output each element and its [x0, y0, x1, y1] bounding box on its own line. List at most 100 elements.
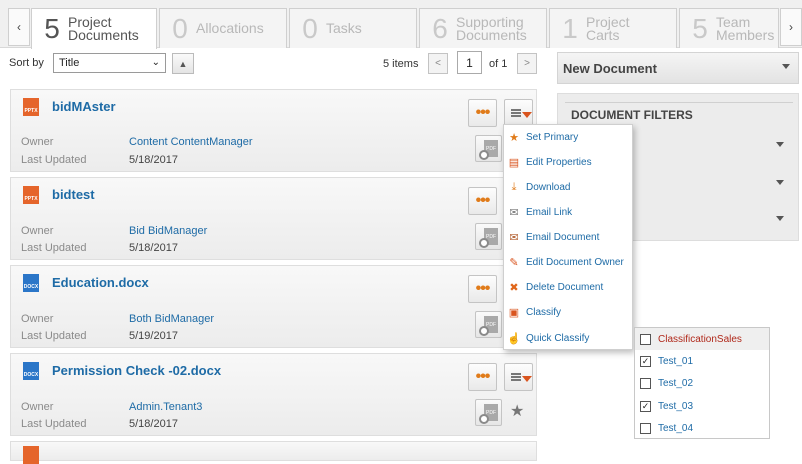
menu-item-label: Download: [526, 181, 571, 193]
tab-project-carts[interactable]: 1 Project Carts: [549, 8, 677, 48]
classification-list: ClassificationSales ✓ Test_01 Test_02 ✓ …: [634, 327, 770, 439]
pptx-file-icon: PPTX: [23, 186, 39, 204]
tab-scroll-left-button[interactable]: ‹: [8, 8, 30, 46]
tab-project-documents[interactable]: 5 Project Documents: [31, 8, 157, 49]
classification-label: Test_03: [658, 400, 694, 412]
tab-scroll-right-button[interactable]: ›: [780, 8, 802, 46]
star-icon[interactable]: ★: [510, 401, 524, 421]
pdf-preview-button[interactable]: PDF: [475, 223, 502, 250]
last-updated-value: 5/18/2017: [129, 418, 178, 430]
view-icon: [479, 414, 489, 424]
menu-item-edit-properties[interactable]: ▤ Edit Properties: [504, 152, 634, 172]
new-document-button[interactable]: New Document: [557, 52, 799, 84]
sort-select[interactable]: Title ⌄: [53, 53, 166, 73]
document-title[interactable]: bidMAster: [52, 99, 116, 114]
menu-item-delete-document[interactable]: ✖ Delete Document: [504, 277, 634, 297]
owner-value[interactable]: Bid BidManager: [129, 225, 207, 237]
owner-value[interactable]: Admin.Tenant3: [129, 401, 202, 413]
owner-label: Owner: [21, 313, 54, 325]
checkbox[interactable]: [640, 422, 651, 434]
docx-file-icon: DOCX: [23, 274, 39, 292]
classification-row[interactable]: ✓ Test_03: [635, 395, 769, 417]
more-actions-button[interactable]: •••: [468, 99, 497, 127]
owner-value[interactable]: Content ContentManager: [129, 136, 253, 148]
document-menu-button[interactable]: [504, 99, 533, 127]
menu-item-label: Edit Document Owner: [526, 256, 624, 268]
divider: [565, 102, 793, 103]
owner-label: Owner: [21, 136, 54, 148]
prev-page-button[interactable]: <: [428, 53, 448, 74]
document-card: PPTX bidMAster Owner Content ContentMana…: [10, 89, 537, 172]
document-card: PPTX bidtest Owner Bid BidManager Last U…: [10, 177, 537, 260]
tab-count: 5: [44, 13, 60, 44]
email-document-icon: ✉: [509, 231, 519, 244]
page-number-input[interactable]: 1: [457, 51, 482, 74]
items-count: 5 items: [383, 58, 419, 70]
last-updated-label: Last Updated: [21, 242, 87, 254]
menu-item-classify[interactable]: ▣ Classify: [504, 302, 634, 322]
checkbox-checked[interactable]: ✓: [640, 400, 651, 412]
owner-value[interactable]: Both BidManager: [129, 313, 214, 325]
document-title[interactable]: bidtest: [52, 187, 95, 202]
pdf-preview-button[interactable]: PDF: [475, 399, 502, 426]
chevron-down-icon: [782, 64, 790, 69]
last-updated-label: Last Updated: [21, 154, 87, 166]
classification-label: Test_01: [658, 355, 694, 367]
pdf-preview-button[interactable]: PDF: [475, 311, 502, 338]
owner-label: Owner: [21, 225, 54, 237]
menu-item-label: Edit Properties: [526, 156, 592, 168]
classification-label: ClassificationSales: [658, 333, 742, 345]
document-title[interactable]: Education.docx: [52, 275, 149, 290]
document-title[interactable]: Permission Check -02.docx: [52, 363, 221, 378]
document-menu-button[interactable]: [504, 363, 533, 391]
new-document-label: New Document: [563, 61, 657, 76]
next-page-button[interactable]: >: [517, 53, 537, 74]
view-icon: [479, 238, 489, 248]
tab-team-members[interactable]: 5 Team Members: [679, 8, 779, 48]
classification-label: Test_02: [658, 377, 694, 389]
menu-item-label: Set Primary: [526, 131, 579, 143]
pptx-file-icon: PPTX: [23, 98, 39, 116]
view-icon: [479, 150, 489, 160]
more-actions-button[interactable]: •••: [468, 363, 497, 391]
pdf-preview-button[interactable]: PDF: [475, 135, 502, 162]
classification-label: Test_04: [658, 422, 694, 434]
classification-row[interactable]: ✓ Test_01: [635, 350, 769, 372]
classification-group-row[interactable]: ClassificationSales: [635, 328, 769, 350]
menu-item-quick-classify[interactable]: ☝ Quick Classify: [504, 328, 634, 348]
tab-supporting-documents[interactable]: 6 Supporting Documents: [419, 8, 547, 48]
checkbox[interactable]: [640, 377, 651, 389]
document-filters-header: DOCUMENT FILTERS: [571, 108, 693, 122]
menu-item-label: Quick Classify: [526, 332, 590, 344]
menu-item-label: Email Document: [526, 231, 600, 243]
tab-allocations[interactable]: 0 Allocations: [159, 8, 287, 48]
document-context-menu: ★ Set Primary ▤ Edit Properties ⤓ Downlo…: [503, 124, 633, 350]
chevron-down-icon: ⌄: [151, 57, 160, 68]
sort-direction-button[interactable]: ▲: [172, 53, 194, 74]
menu-item-label: Classify: [526, 306, 562, 318]
tab-label: Project Documents: [68, 14, 139, 43]
more-actions-button[interactable]: •••: [468, 187, 497, 215]
docx-file-icon: DOCX: [23, 362, 39, 380]
menu-icon: [511, 373, 521, 381]
menu-item-email-document[interactable]: ✉ Email Document: [504, 227, 634, 247]
menu-item-set-primary[interactable]: ★ Set Primary: [504, 127, 634, 147]
delete-icon: ✖: [509, 281, 519, 294]
checkbox[interactable]: [640, 333, 651, 345]
classification-row[interactable]: Test_04: [635, 417, 769, 439]
owner-label: Owner: [21, 401, 54, 413]
tab-tasks[interactable]: 0 Tasks: [289, 8, 417, 48]
tab-label: Supporting Documents: [456, 13, 527, 43]
menu-item-download[interactable]: ⤓ Download: [504, 177, 634, 197]
classification-row[interactable]: Test_02: [635, 372, 769, 394]
menu-item-edit-document-owner[interactable]: ✎ Edit Document Owner: [504, 252, 634, 272]
document-card: [10, 441, 537, 464]
star-icon: ★: [509, 131, 519, 144]
checkbox-checked[interactable]: ✓: [640, 355, 651, 367]
last-updated-label: Last Updated: [21, 418, 87, 430]
more-actions-button[interactable]: •••: [468, 275, 497, 303]
sort-by-label: Sort by: [9, 57, 44, 69]
tab-count: 1: [562, 12, 578, 44]
sort-select-value: Title: [59, 57, 80, 69]
menu-item-email-link[interactable]: ✉ Email Link: [504, 202, 634, 222]
